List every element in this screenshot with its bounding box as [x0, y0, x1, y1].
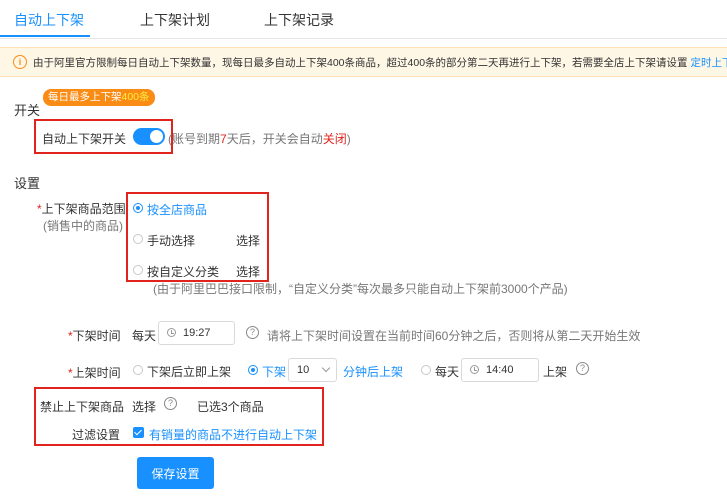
help-icon[interactable]: ?: [164, 397, 177, 410]
clock-icon: [167, 328, 176, 337]
active-tab-indicator: [0, 35, 90, 37]
offshelf-daily-prefix: 每天: [132, 329, 157, 343]
hint-end: ): [346, 132, 351, 146]
onshelf-minutes-value: 10: [297, 364, 310, 376]
onshelf-daily-time-input[interactable]: 14:40: [461, 358, 539, 382]
hint-days: 7: [220, 132, 227, 146]
tab-shelf-records[interactable]: 上下架记录: [264, 10, 334, 30]
auto-shelf-switch-label: 自动上下架开关: [42, 132, 127, 146]
switch-section-title: 开关: [14, 103, 41, 118]
manual-select-link[interactable]: 选择: [236, 232, 260, 249]
radio-custom-category[interactable]: [133, 265, 143, 275]
chevron-down-icon: [321, 363, 331, 373]
option-whole-store-label[interactable]: 按全店商品: [147, 201, 207, 218]
forbid-shelf-label: 禁止上下架商品: [40, 400, 125, 414]
offshelf-time-input[interactable]: 19:27: [158, 321, 235, 345]
product-range-sublabel: (销售中的商品): [43, 219, 123, 233]
onshelf-minutes-select[interactable]: 10: [288, 358, 337, 382]
clock-icon: [470, 365, 479, 374]
toggle-knob: [150, 130, 163, 143]
auto-shelf-toggle[interactable]: [133, 128, 165, 145]
forbid-select-link[interactable]: 选择: [132, 398, 156, 415]
onshelf-immediate-label[interactable]: 下架后立即上架: [147, 363, 231, 380]
range-limit-note: (由于阿里巴巴接口限制，“自定义分类”每次最多只能自动上下架前3000个产品): [153, 282, 568, 296]
hint-close: 关闭: [322, 132, 347, 146]
daily-limit-badge: 每日最多上下架400条: [43, 89, 155, 106]
switch-expiry-hint: (账号到期7天后，开关会自动关闭): [168, 130, 351, 147]
offshelf-time-text: 下架时间: [72, 329, 121, 343]
option-custom-category-label[interactable]: 按自定义分类: [147, 263, 219, 280]
tab-bar: 自动上下架 上下架计划 上下架记录: [0, 0, 727, 39]
radio-onshelf-after[interactable]: [248, 365, 258, 375]
scheduled-shelf-link[interactable]: 定时上下架: [690, 57, 727, 69]
help-icon[interactable]: ?: [246, 326, 259, 339]
onshelf-time-label: *上架时间: [68, 364, 121, 381]
offshelf-time-label: *下架时间: [68, 327, 121, 344]
offshelf-time-value: 19:27: [183, 327, 211, 339]
notice-bar: i 由于阿里官方限制每日自动上下架数量，现每日最多自动上下架400条商品，超过4…: [0, 47, 727, 77]
onshelf-daily-suffix: 上架: [543, 365, 568, 379]
filter-sales-checkbox-label[interactable]: 有销量的商品不进行自动上下架: [149, 426, 317, 443]
help-icon[interactable]: ?: [576, 362, 589, 375]
badge-number: 400条: [121, 91, 150, 103]
radio-onshelf-immediate[interactable]: [133, 365, 143, 375]
hint-mid: 天后，开关会自动: [226, 132, 323, 146]
option-manual-select-label[interactable]: 手动选择: [147, 232, 195, 249]
offshelf-time-hint: 请将上下架时间设置在当前时间60分钟之后，否则将从第二天开始生效: [267, 329, 641, 343]
forbid-selected-count: 已选3个商品: [197, 400, 264, 414]
notice-text: 由于阿里官方限制每日自动上下架数量，现每日最多自动上下架400条商品，超过400…: [33, 55, 727, 70]
onshelf-after-suffix: 分钟后上架: [343, 365, 404, 379]
save-settings-button[interactable]: 保存设置: [137, 457, 214, 489]
onshelf-time-text: 上架时间: [72, 366, 121, 380]
filter-settings-label: 过滤设置: [72, 428, 121, 442]
custom-category-select-link[interactable]: 选择: [236, 263, 260, 280]
settings-section-title: 设置: [14, 176, 41, 191]
product-range-text: 上下架商品范围: [41, 202, 126, 216]
filter-sales-checkbox[interactable]: [133, 427, 144, 438]
radio-onshelf-daily[interactable]: [421, 365, 431, 375]
badge-text: 每日最多上下架: [48, 91, 122, 103]
onshelf-after-label[interactable]: 下架: [262, 363, 286, 380]
radio-whole-store[interactable]: [133, 203, 143, 213]
notice-message: 由于阿里官方限制每日自动上下架数量，现每日最多自动上下架400条商品，超过400…: [33, 57, 688, 69]
tab-auto-shelf[interactable]: 自动上下架: [14, 10, 84, 30]
onshelf-daily-label[interactable]: 每天: [435, 363, 459, 380]
radio-manual-select[interactable]: [133, 234, 143, 244]
info-icon: i: [13, 55, 27, 69]
hint-pre: (账号到期: [168, 132, 220, 146]
onshelf-daily-time-value: 14:40: [486, 364, 514, 376]
tab-shelf-plan[interactable]: 上下架计划: [140, 10, 210, 30]
product-range-label: *上下架商品范围: [37, 200, 126, 217]
